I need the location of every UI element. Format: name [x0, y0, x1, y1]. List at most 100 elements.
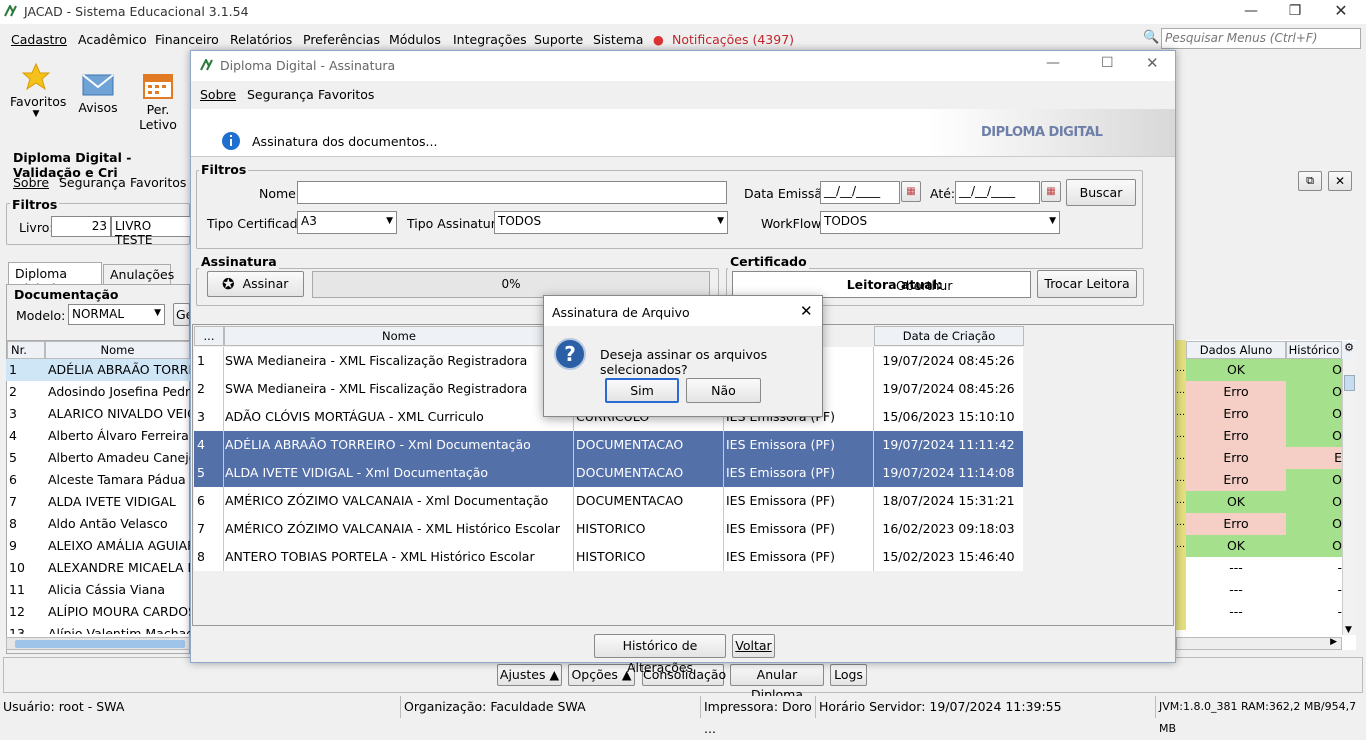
calendar-icon[interactable]: ▦: [1041, 181, 1061, 202]
menu-relatorios[interactable]: Relatórios: [230, 32, 292, 47]
table-row[interactable]: 12 ALÍPIO MOURA CARDOSO: [6, 601, 190, 623]
ate-input[interactable]: __/__/____: [955, 181, 1040, 204]
livro-name-field[interactable]: LIVRO TESTE: [111, 216, 191, 247]
voltar-button[interactable]: Voltar: [732, 634, 775, 658]
tab-anulacoes[interactable]: Anulações: [103, 264, 174, 284]
close-icon[interactable]: ✕: [1146, 54, 1159, 72]
table-row[interactable]: 2 Adosindo Josefina Pedro: [6, 381, 190, 403]
row-nr: 11: [9, 582, 25, 597]
document-row[interactable]: 7 AMÉRICO ZÓZIMO VALCANAIA - XML Históric…: [194, 515, 1023, 543]
favoritos-button[interactable]: Favoritos ▼: [10, 62, 66, 119]
gerar-button[interactable]: Ge: [173, 303, 190, 326]
close-panel-icon[interactable]: ✕: [1328, 171, 1352, 191]
table-row[interactable]: 3 ALARICO NIVALDO VEIGA: [6, 403, 190, 425]
table-row[interactable]: 4 Alberto Álvaro Ferreira: [6, 425, 190, 447]
settings-icon[interactable]: ⚙: [1342, 341, 1356, 359]
close-icon[interactable]: ✕: [800, 302, 813, 320]
vertical-scrollbar[interactable]: ▼: [1342, 359, 1356, 635]
row-nr: 8: [9, 516, 17, 531]
close-icon[interactable]: ✕: [1318, 0, 1364, 24]
row-nome: Alípio Valentim Machado: [48, 626, 190, 634]
ajustes-button[interactable]: Ajustes ▲: [497, 664, 562, 686]
menu-sistema[interactable]: Sistema: [593, 32, 643, 47]
menu-financeiro[interactable]: Financeiro: [155, 32, 219, 47]
document-row[interactable]: 5 ALDA IVETE VIDIGAL - Xml Documentação DO…: [194, 459, 1023, 487]
livro-number-field[interactable]: 23: [51, 216, 111, 237]
table-row[interactable]: 8 Aldo Antão Velasco: [6, 513, 190, 535]
logs-button[interactable]: Logs: [830, 664, 867, 686]
table-row[interactable]: 9 ALEIXO AMÁLIA AGUIAR: [6, 535, 190, 557]
dlg-menu-sobre[interactable]: Sobre: [200, 87, 236, 102]
periodo-letivo-button[interactable]: Per. Letivo: [128, 71, 188, 132]
table-row[interactable]: 1 ADÉLIA ABRAÃO TORREIRO: [6, 359, 190, 381]
row-marker: …: [1176, 386, 1185, 396]
dados-aluno-cell: Erro: [1186, 469, 1286, 491]
minimize-icon[interactable]: —: [1046, 55, 1060, 71]
inner-menu-sobre[interactable]: Sobre: [13, 175, 49, 190]
sim-button[interactable]: Sim: [605, 378, 679, 403]
bell-icon[interactable]: ●: [653, 32, 664, 47]
assinar-label: Assinar: [242, 276, 289, 291]
col-select-header[interactable]: ...: [194, 326, 224, 346]
tipo-certificado-select[interactable]: A3 ▼: [297, 211, 397, 234]
menu-academico[interactable]: Acadêmico: [78, 32, 147, 47]
col-nr-header[interactable]: Nr.: [7, 341, 45, 359]
avisos-button[interactable]: Avisos: [78, 73, 118, 115]
opcoes-button[interactable]: Opções ▲: [568, 664, 635, 686]
col-historico-header[interactable]: Histórico: [1286, 341, 1342, 359]
buscar-button[interactable]: Buscar: [1066, 179, 1136, 206]
table-row[interactable]: 6 Alceste Tamara Pádua: [6, 469, 190, 491]
scroll-down-icon[interactable]: ▼: [1345, 625, 1352, 635]
menu-suporte[interactable]: Suporte: [534, 32, 583, 47]
maximize-icon[interactable]: ☐: [1101, 55, 1114, 71]
table-row[interactable]: 10 ALEXANDRE MICAELA MO: [6, 557, 190, 579]
dlg-menu-seguranca[interactable]: Segurança: [247, 87, 314, 102]
doc-row-data: 18/07/2024 15:31:21: [882, 493, 1015, 508]
search-menus-input[interactable]: Pesquisar Menus (Ctrl+F): [1161, 28, 1361, 49]
menu-preferencias[interactable]: Preferências: [303, 32, 380, 47]
menu-cadastro[interactable]: Cadastro: [11, 32, 67, 47]
workflow-value: TODOS: [824, 214, 868, 228]
external-window-icon[interactable]: ⧉: [1298, 171, 1322, 191]
workflow-select[interactable]: TODOS ▼: [820, 211, 1060, 234]
calendar-icon[interactable]: ▦: [901, 181, 921, 202]
col-data-header[interactable]: Data de Criação: [874, 326, 1024, 346]
horizontal-scrollbar[interactable]: [6, 637, 190, 650]
menu-integracoes[interactable]: Integrações: [453, 32, 527, 47]
modelo-select[interactable]: NORMAL ▼: [68, 304, 165, 325]
modelo-value: NORMAL: [72, 307, 125, 321]
notifications-link[interactable]: Notificações (4397): [672, 32, 794, 47]
nome-input[interactable]: [297, 181, 727, 204]
row-nr: 6: [9, 472, 17, 487]
anular-diploma-button[interactable]: Anular Diploma: [730, 664, 824, 702]
doc-row-tipo: DOCUMENTACAO: [574, 459, 724, 487]
inner-menu-favoritos[interactable]: Favoritos: [130, 175, 186, 190]
assinar-button[interactable]: ✪ Assinar: [207, 271, 304, 297]
document-row[interactable]: 8 ANTERO TOBIAS PORTELA - XML Histórico E…: [194, 543, 1023, 571]
table-row[interactable]: 13 Alípio Valentim Machado: [6, 623, 190, 634]
doc-row-number: 4: [194, 431, 224, 459]
historico-alteracoes-button[interactable]: Histórico de Alterações: [594, 634, 726, 675]
trocar-leitora-button[interactable]: Trocar Leitora: [1037, 270, 1137, 298]
row-nome: Alberto Álvaro Ferreira: [48, 428, 189, 443]
col-nome-header[interactable]: Nome: [224, 326, 574, 346]
doc-row-nome: ADÉLIA ABRAÃO TORREIRO - Xml Documentaçã…: [224, 431, 574, 459]
table-row[interactable]: 5 Alberto Amadeu Canejo: [6, 447, 190, 469]
nao-button[interactable]: Não: [686, 378, 761, 403]
inner-window-title: Diploma Digital - Validação e Cri: [0, 146, 190, 180]
data-emissao-input[interactable]: __/__/____: [820, 181, 900, 204]
dlg-menu-favoritos[interactable]: Favoritos: [318, 87, 374, 102]
col-dados-aluno-header[interactable]: Dados Aluno: [1186, 341, 1286, 359]
inner-menu-seguranca[interactable]: Segurança: [59, 175, 126, 190]
document-row[interactable]: 4 ADÉLIA ABRAÃO TORREIRO - Xml Documentaç…: [194, 431, 1023, 459]
table-row[interactable]: 7 ALDA IVETE VIDIGAL: [6, 491, 190, 513]
minimize-icon[interactable]: —: [1228, 0, 1274, 24]
table-row[interactable]: 11 Alicia Cássia Viana: [6, 579, 190, 601]
tipo-assinatura-select[interactable]: TODOS ▼: [494, 211, 728, 234]
tab-diploma-digital[interactable]: Diploma Digital: [8, 262, 102, 296]
right-hscrollbar[interactable]: ▶: [1176, 637, 1342, 650]
restore-icon[interactable]: ❐: [1272, 0, 1318, 24]
menu-modulos[interactable]: Módulos: [389, 32, 441, 47]
col-nome-header[interactable]: Nome: [45, 341, 190, 359]
document-row[interactable]: 6 AMÉRICO ZÓZIMO VALCANAIA - Xml Document…: [194, 487, 1023, 515]
